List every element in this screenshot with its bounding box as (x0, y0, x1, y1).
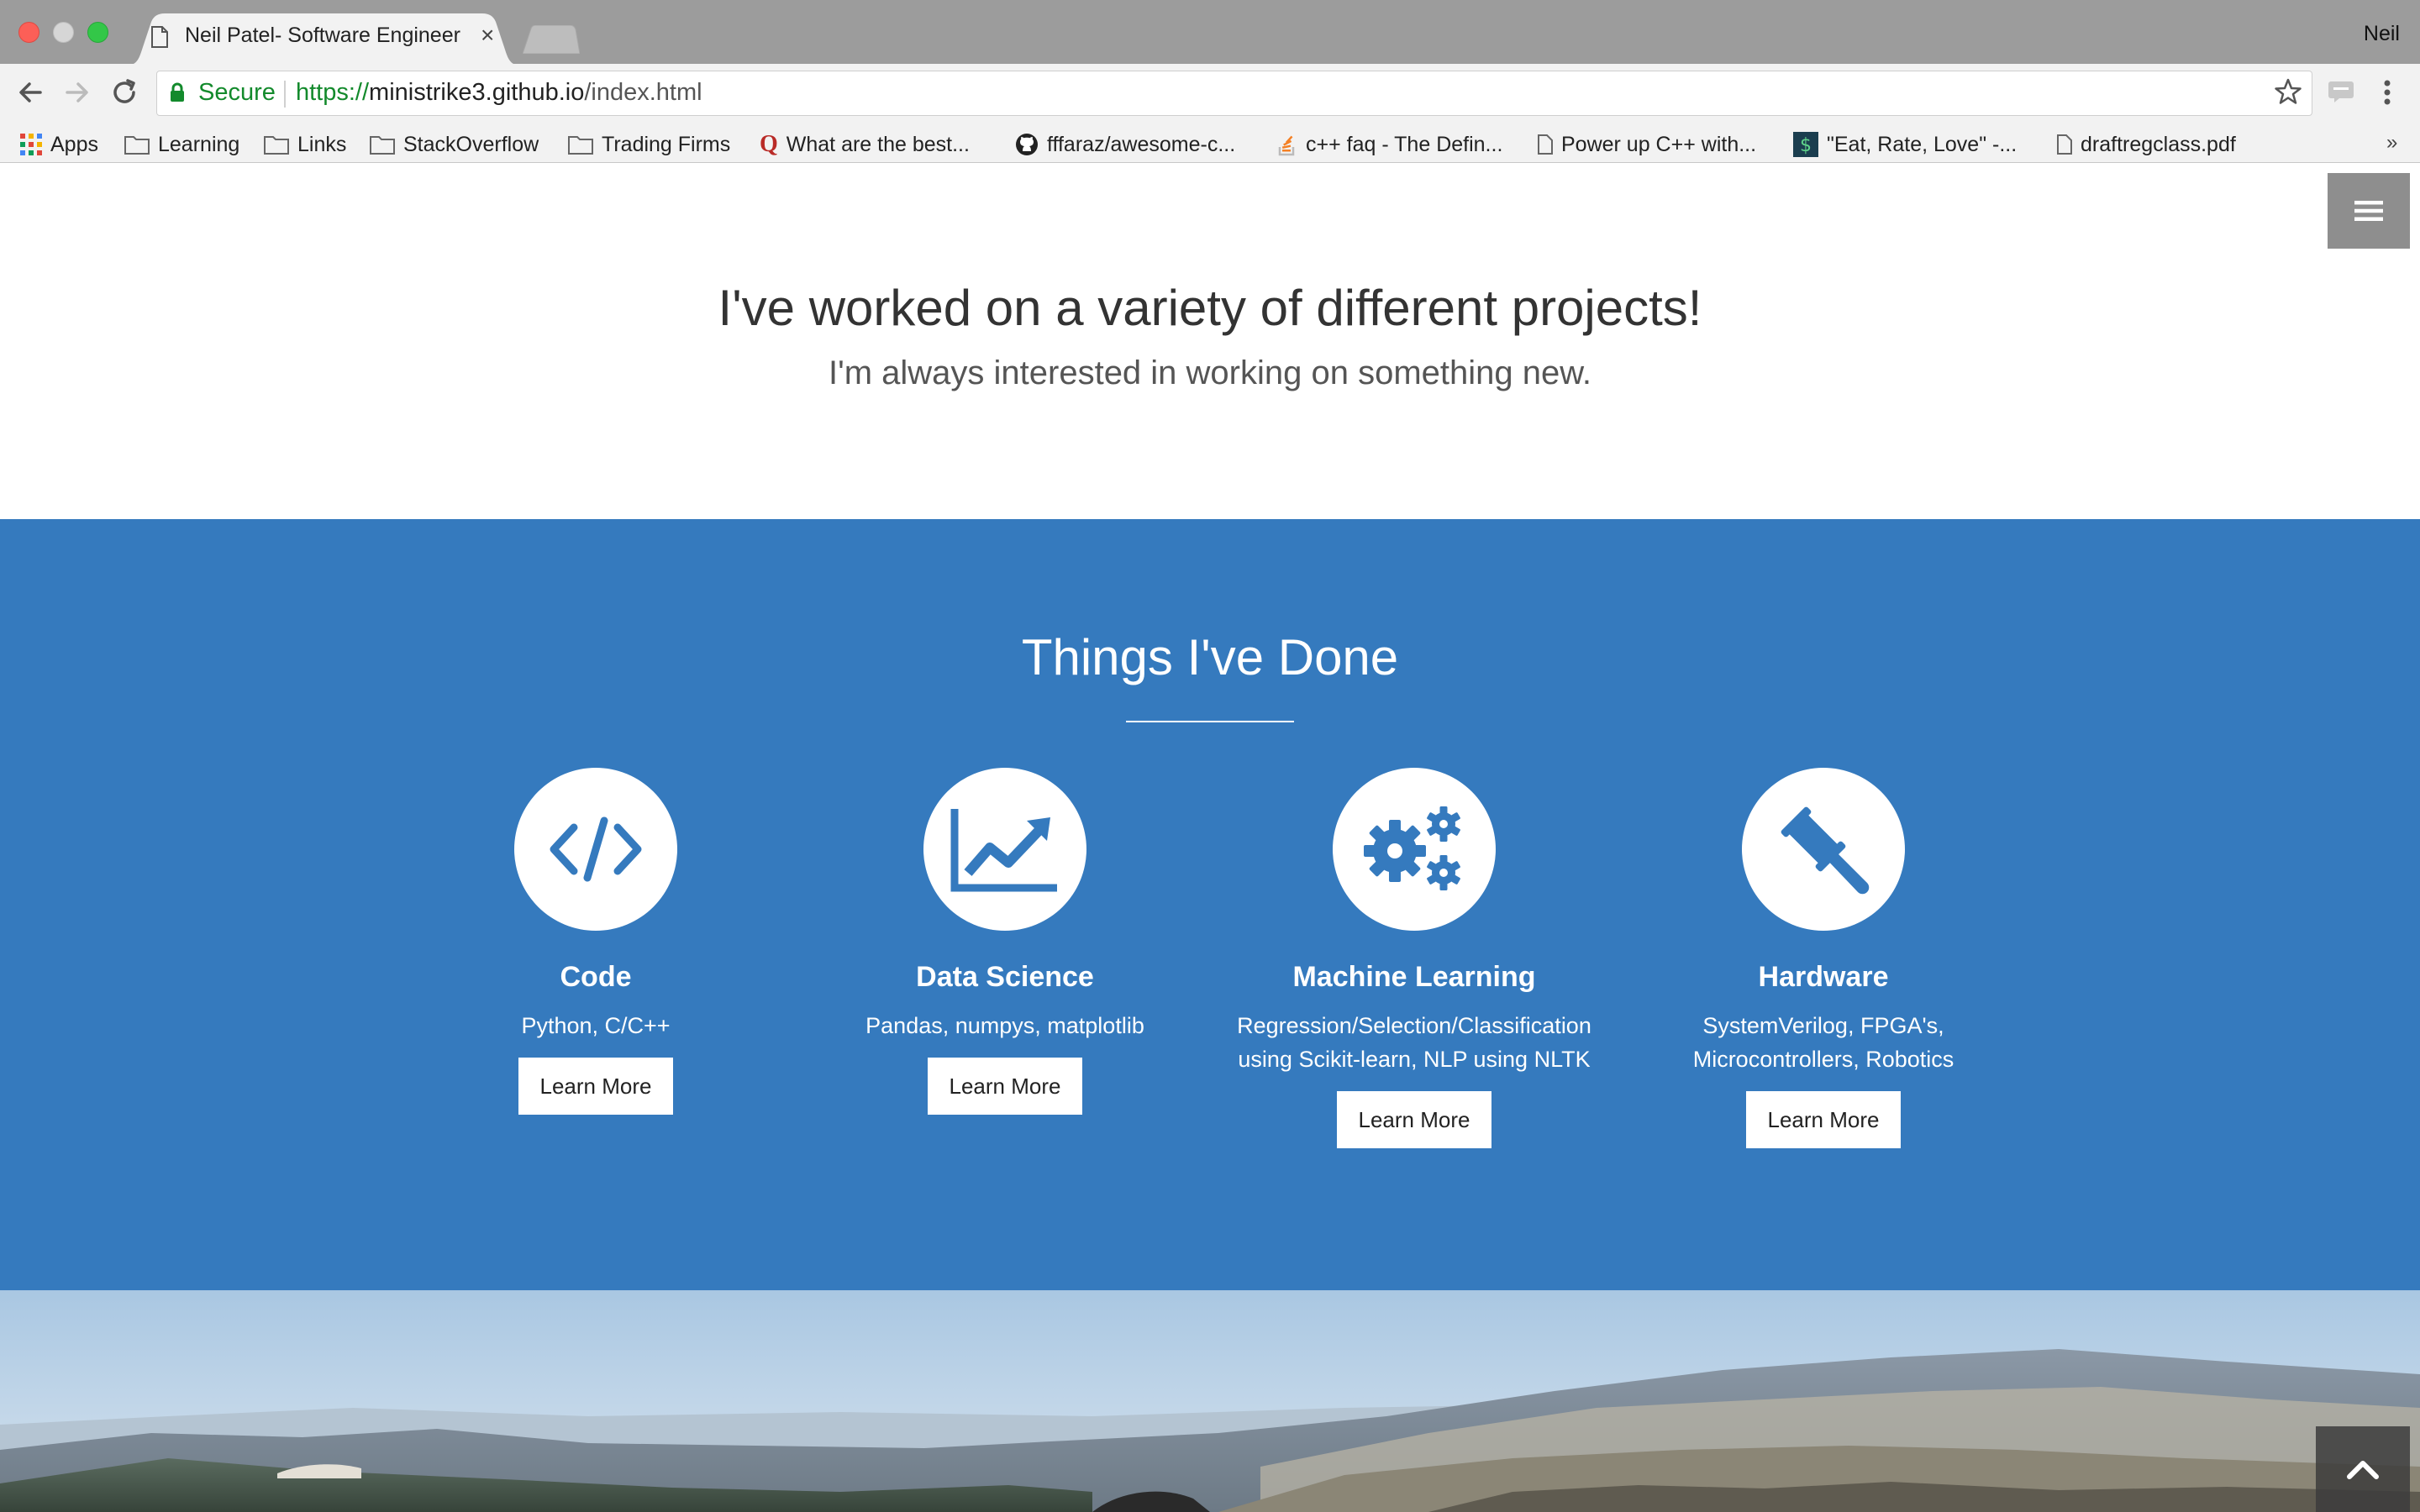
bookmark-label: fffaraz/awesome-c... (1047, 132, 1236, 156)
folder-icon (124, 136, 150, 155)
learn-more-button-data-science[interactable]: Learn More (927, 1058, 1083, 1115)
page-content: I've worked on a variety of different pr… (0, 163, 2420, 1512)
menu-toggle-button[interactable] (2328, 173, 2410, 249)
svg-text:$: $ (1800, 135, 1812, 156)
browser-menu-icon[interactable] (2383, 79, 2391, 106)
back-to-top-button[interactable] (2316, 1426, 2410, 1512)
folder-icon (264, 136, 289, 155)
window-close-button[interactable] (18, 22, 39, 43)
apps-grid-icon (20, 134, 42, 155)
service-description-line: Pandas, numpys, matplotlib (865, 1013, 1144, 1038)
page-icon (2057, 134, 2072, 155)
bookmark-label: Links (297, 132, 347, 156)
bookmark-cpp-faq[interactable]: c++ faq - The Defin... (1277, 126, 1502, 163)
bookmark-label: Trading Firms (602, 132, 731, 156)
tab-title: Neil Patel- Software Engineer (185, 24, 460, 47)
service-icon-circle (923, 768, 1086, 931)
service-icon-circle (514, 768, 677, 931)
service-card-machine-learning: Machine Learning Regression/Selection/Cl… (1213, 768, 1616, 1148)
more-bookmarks-chevron-icon[interactable]: » (2386, 126, 2397, 160)
code-icon (550, 816, 642, 882)
bookmark-power-up-cpp[interactable]: Power up C++ with... (1538, 126, 1756, 163)
learn-more-button-code[interactable]: Learn More (518, 1058, 674, 1115)
bookmark-quora[interactable]: Q What are the best... (760, 126, 970, 163)
service-description-line: Python, C/C++ (521, 1013, 671, 1038)
stackoverflow-icon (1278, 135, 1295, 156)
bookmark-github[interactable]: fffaraz/awesome-c... (1015, 126, 1235, 163)
service-description: Pandas, numpys, matplotlib (803, 1009, 1207, 1042)
quora-icon: Q (760, 131, 778, 157)
folder-icon (568, 136, 593, 155)
learn-more-button-machine-learning[interactable]: Learn More (1336, 1091, 1492, 1148)
github-icon (1016, 134, 1038, 155)
service-description-line: Regression/Selection/Classification (1237, 1013, 1591, 1038)
lock-icon (171, 82, 184, 102)
bookmark-trading-firms[interactable]: Trading Firms (568, 126, 730, 163)
bookmark-stackoverflow-folder[interactable]: StackOverflow (370, 126, 539, 163)
tab-close-icon[interactable]: × (481, 22, 494, 49)
secure-label[interactable]: Secure (198, 79, 276, 107)
learn-more-button-hardware[interactable]: Learn More (1745, 1091, 1902, 1148)
bookmark-eat-rate-love[interactable]: $ "Eat, Rate, Love" -... (1793, 126, 2017, 163)
reload-icon[interactable] (108, 76, 141, 109)
window-minimize-button[interactable] (53, 22, 74, 43)
new-tab-button[interactable] (523, 25, 580, 54)
bookmark-learning[interactable]: Learning (124, 126, 239, 163)
bookmark-label: Apps (50, 132, 98, 156)
back-arrow-icon[interactable] (13, 76, 47, 109)
line-chart-icon (950, 809, 1057, 892)
service-card-hardware: Hardware SystemVerilog, FPGA's, Microcont… (1622, 768, 2025, 1148)
service-title: Hardware (1758, 961, 1889, 993)
url-host: ministrike3.github.io (369, 79, 585, 106)
heading-divider (1126, 721, 1294, 722)
url-text[interactable]: https://ministrike3.github.io/index.html (296, 79, 702, 107)
gavel-icon (1781, 806, 1870, 895)
service-title: Data Science (916, 961, 1094, 993)
cast-extension-icon[interactable] (2328, 81, 2354, 102)
hamburger-icon (2354, 201, 2383, 221)
services-heading: Things I've Done (1021, 629, 1399, 685)
bookmark-label: StackOverflow (403, 132, 539, 156)
service-card-code: Code Python, C/C++ Learn More (394, 768, 797, 1115)
chevron-up-icon (2347, 1461, 2379, 1479)
service-icon-circle (1333, 768, 1496, 931)
url-path: /index.html (584, 79, 702, 106)
bookmark-label: draftregclass.pdf (2081, 132, 2236, 156)
site-favicon-icon: $ (1793, 132, 1818, 157)
bookmark-links[interactable]: Links (264, 126, 346, 163)
service-description-line: using Scikit-learn, NLP using NLTK (1238, 1047, 1591, 1072)
forward-arrow-icon[interactable] (60, 76, 94, 109)
page-icon (151, 26, 168, 48)
url-scheme: https:// (296, 79, 370, 106)
mountain-landscape-photo (0, 1290, 2420, 1512)
intro-heading: I've worked on a variety of different pr… (718, 280, 1702, 336)
bookmark-apps[interactable]: Apps (20, 126, 98, 163)
service-card-data-science: Data Science Pandas, numpys, matplotlib … (803, 768, 1207, 1115)
bookmark-label: c++ faq - The Defin... (1306, 132, 1503, 156)
service-description: SystemVerilog, FPGA's, Microcontrollers, … (1622, 1009, 2025, 1076)
bookmark-star-icon[interactable] (2274, 77, 2302, 106)
intro-section: I've worked on a variety of different pr… (0, 163, 2420, 519)
service-description: Python, C/C++ (394, 1009, 797, 1042)
service-icon-circle (1742, 768, 1905, 931)
service-title: Code (560, 961, 632, 993)
bookmark-label: What are the best... (786, 132, 970, 156)
page-icon (1538, 134, 1553, 155)
bookmark-draftregclass[interactable]: draftregclass.pdf (2057, 126, 2236, 163)
folder-icon (370, 136, 395, 155)
gears-icon (1364, 806, 1460, 890)
service-description: Regression/Selection/Classification using… (1213, 1009, 1616, 1076)
omnibox-divider (284, 81, 286, 108)
bookmark-label: "Eat, Rate, Love" -... (1827, 132, 2018, 156)
services-section: Things I've Done Code Python, C/C++ Lear… (0, 519, 2420, 1290)
service-description-line: Microcontrollers, Robotics (1692, 1047, 1954, 1072)
service-description-line: SystemVerilog, FPGA's, (1702, 1013, 1944, 1038)
bookmark-label: Power up C++ with... (1561, 132, 1757, 156)
profile-name[interactable]: Neil (2364, 22, 2400, 46)
service-title: Machine Learning (1292, 961, 1536, 993)
window-maximize-button[interactable] (87, 22, 108, 43)
intro-subheading: I'm always interested in working on some… (828, 354, 1592, 391)
bookmark-label: Learning (158, 132, 240, 156)
